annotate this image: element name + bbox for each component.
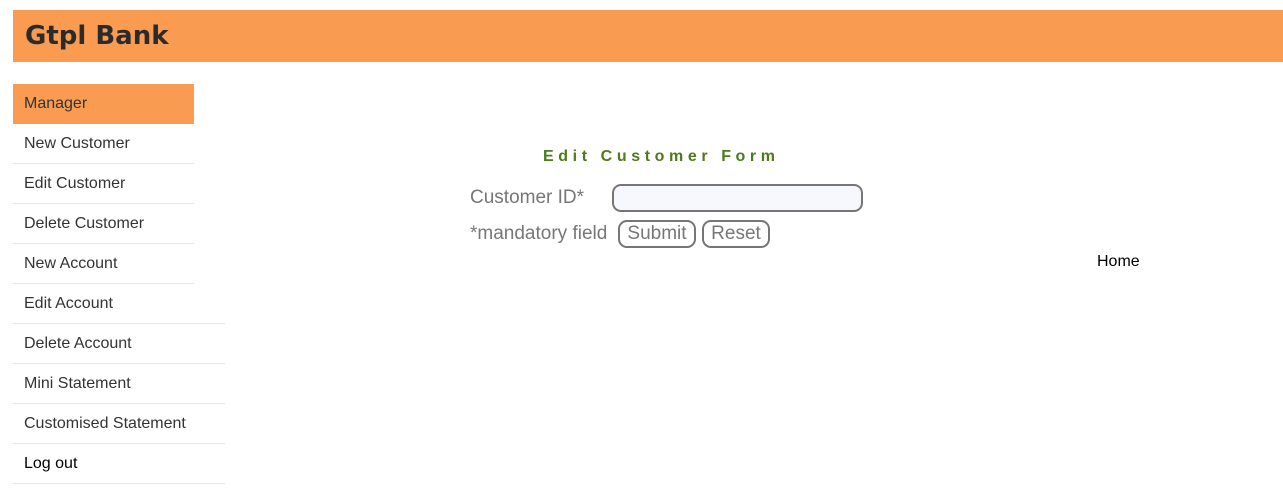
sidebar-item-mini-statement[interactable]: Mini Statement (13, 364, 225, 404)
submit-button[interactable]: Submit (618, 220, 696, 248)
sidebar-item-new-customer[interactable]: New Customer (13, 124, 194, 164)
sidebar-item-delete-customer[interactable]: Delete Customer (13, 204, 194, 244)
sidebar-item-edit-account[interactable]: Edit Account (13, 284, 225, 324)
customer-id-input[interactable] (612, 184, 863, 212)
bank-title: Gtpl Bank (25, 21, 169, 51)
customer-id-label: Customer ID* (470, 187, 585, 208)
sidebar-item-delete-account[interactable]: Delete Account (13, 324, 225, 364)
mandatory-field-note: *mandatory field (470, 223, 608, 244)
sidebar-item-edit-customer[interactable]: Edit Customer (13, 164, 194, 204)
sidebar-menu: Manager New Customer Edit Customer Delet… (13, 84, 225, 484)
sidebar-item-log-out[interactable]: Log out (13, 444, 225, 484)
sidebar-item-customised-statement[interactable]: Customised Statement (13, 404, 225, 444)
form-title: Edit Customer Form (543, 148, 780, 165)
reset-button[interactable]: Reset (702, 220, 770, 248)
home-link[interactable]: Home (1097, 252, 1140, 272)
sidebar-item-new-account[interactable]: New Account (13, 244, 194, 284)
page-header: Gtpl Bank (13, 10, 1283, 62)
sidebar-item-manager[interactable]: Manager (13, 84, 194, 124)
